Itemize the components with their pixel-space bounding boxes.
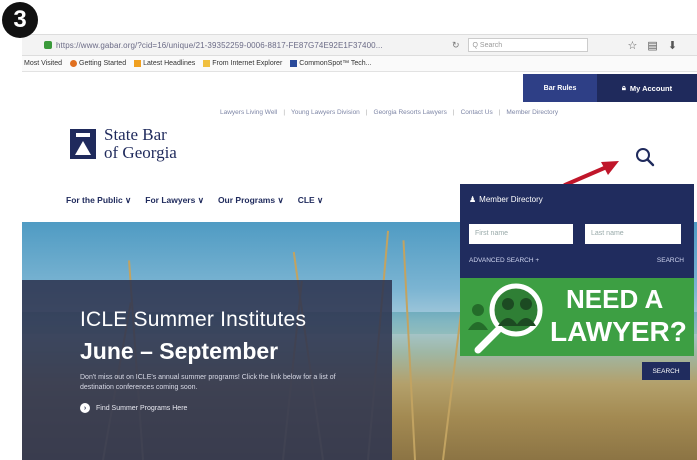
find-lawyer-search-button[interactable]: SEARCH [642, 362, 690, 380]
util-link-georgia-lawyers[interactable]: Georgia Resorts Lawyers [374, 109, 447, 116]
browser-url-bar: https://www.gabar.org/?cid=16/unique/21-… [22, 34, 697, 56]
promo-dates: June – September [80, 338, 279, 364]
star-icon[interactable]: ☆ [628, 39, 638, 52]
website: Bar Rules 🔒︎ My Account Lawyers Living W… [22, 72, 697, 460]
last-name-input[interactable]: Last name [585, 224, 681, 244]
my-account-button[interactable]: 🔒︎ My Account [597, 74, 697, 102]
nav-cle[interactable]: CLE ∨ [298, 195, 324, 206]
folder-icon [203, 60, 211, 67]
grass-stalk [402, 240, 416, 460]
first-name-input[interactable]: First name [469, 224, 573, 244]
promo-link[interactable]: › Find Summer Programs Here [80, 403, 392, 413]
util-link-member-directory[interactable]: Member Directory [506, 109, 558, 116]
arrow-right-icon: › [80, 403, 90, 413]
member-directory-panel: ♟ Member Directory First name Last name … [460, 184, 694, 278]
bookmark-item[interactable]: From Internet Explorer [203, 60, 282, 67]
member-directory-title: ♟ Member Directory [469, 195, 543, 204]
browser-search-input[interactable]: Q Search [467, 38, 588, 52]
commonspot-icon [290, 60, 298, 67]
bookmark-item[interactable]: CommonSpot™ Tech... [290, 60, 372, 67]
lawyer-text: LAWYER? [550, 316, 687, 347]
screenshot: 3 https://www.gabar.org/?cid=16/unique/2… [0, 0, 697, 460]
magnifier-people-icon [468, 283, 543, 354]
lock-icon: 🔒︎ [621, 83, 626, 92]
lock-icon [44, 41, 52, 49]
bookmarks-bar: Most Visited Getting Started Latest Head… [22, 56, 697, 72]
site-logo[interactable]: State Bar of Georgia [70, 126, 177, 162]
util-link-lawyers-living-well[interactable]: Lawyers Living Well [220, 109, 277, 116]
top-buttons: Bar Rules 🔒︎ My Account [523, 74, 697, 102]
user-icon: ♟ [469, 195, 477, 204]
nav-for-the-public[interactable]: For the Public ∨ [66, 195, 131, 206]
step-number-badge: 3 [2, 2, 38, 38]
download-icon[interactable]: ⬇ [668, 39, 677, 52]
main-nav: For the Public ∨ For Lawyers ∨ Our Progr… [66, 195, 323, 206]
search-icon[interactable] [635, 147, 655, 167]
reload-icon[interactable]: ↻ [452, 40, 460, 51]
address-field[interactable]: https://www.gabar.org/?cid=16/unique/21-… [56, 41, 416, 50]
advanced-search-link[interactable]: ADVANCED SEARCH + [469, 257, 539, 264]
library-icon[interactable]: ▤ [647, 39, 657, 52]
logo-text: State Bar of Georgia [104, 125, 177, 162]
firefox-icon [70, 60, 77, 67]
promo-title: ICLE Summer Institutes [80, 308, 307, 331]
promo-panel: ICLE Summer Institutes June – September … [22, 280, 392, 460]
bookmark-item[interactable]: Getting Started [70, 60, 126, 67]
state-bar-logo-icon [70, 129, 96, 159]
util-link-contact-us[interactable]: Contact Us [461, 109, 493, 116]
browser-toolbar-icons: ☆ ▤ ⬇ [628, 39, 678, 52]
rss-icon [134, 60, 142, 67]
promo-body: Don't miss out on ICLE's annual summer p… [80, 374, 336, 391]
bookmark-item[interactable]: Most Visited [24, 60, 62, 67]
util-link-young-lawyers[interactable]: Young Lawyers Division [291, 109, 360, 116]
bar-rules-button[interactable]: Bar Rules [523, 74, 597, 102]
bookmark-item[interactable]: Latest Headlines [134, 60, 195, 67]
utility-nav: Lawyers Living Well | Young Lawyers Divi… [220, 109, 559, 116]
nav-for-lawyers[interactable]: For Lawyers ∨ [145, 195, 204, 206]
nav-our-programs[interactable]: Our Programs ∨ [218, 195, 284, 206]
need-a-lawyer-banner[interactable]: NEED A LAWYER? [460, 278, 694, 356]
member-search-button[interactable]: SEARCH [657, 257, 684, 264]
need-a-text: NEED A [566, 284, 664, 314]
